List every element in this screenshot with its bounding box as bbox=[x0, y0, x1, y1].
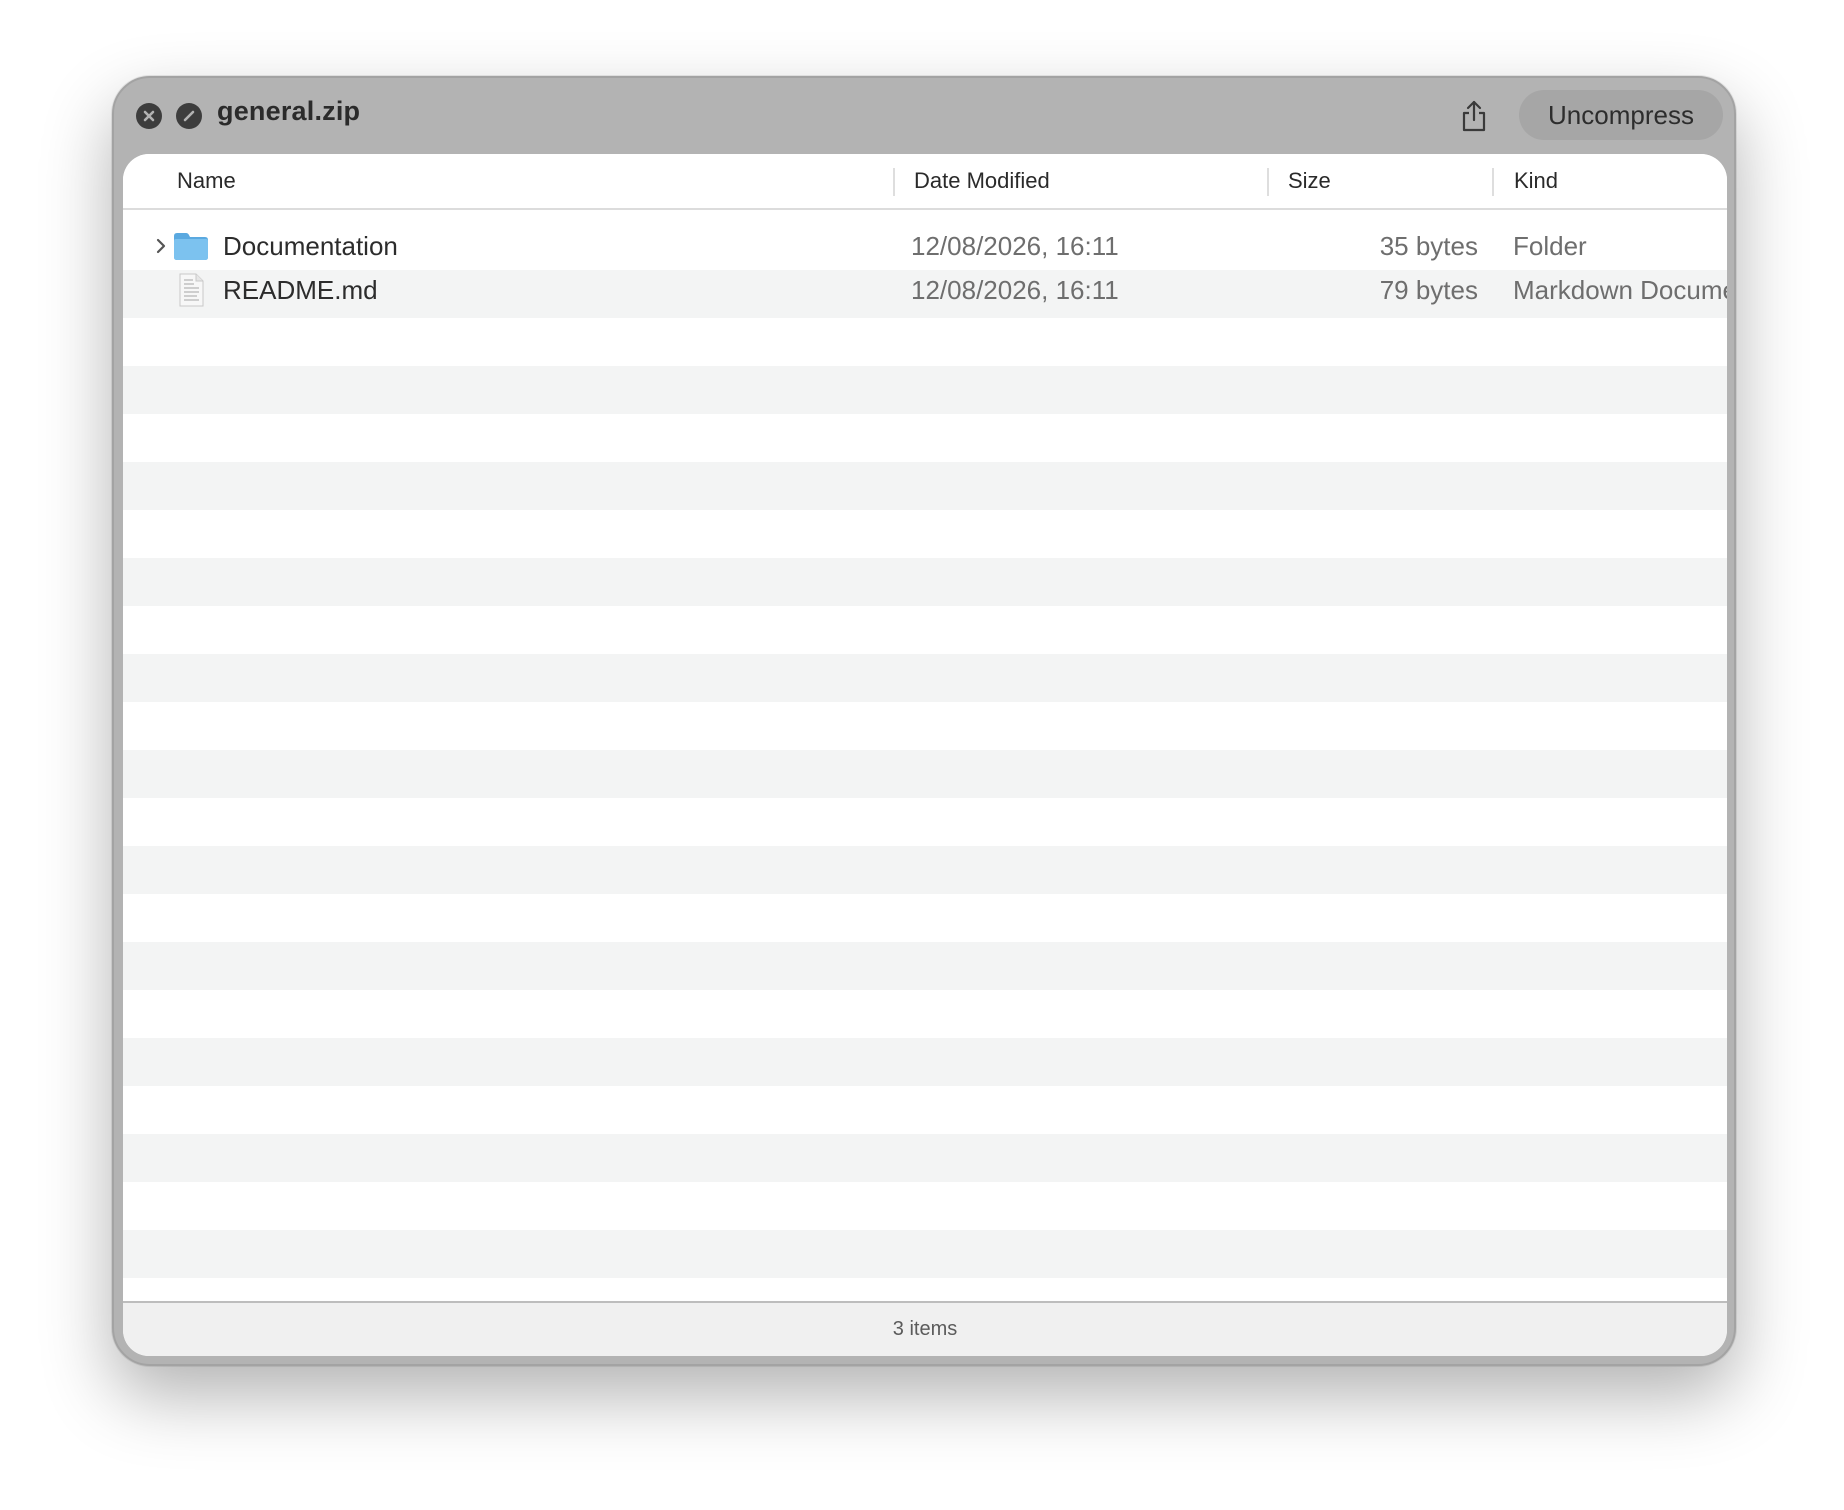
close-icon bbox=[143, 110, 155, 122]
file-rows: Documentation 12/08/2026, 16:11 35 bytes… bbox=[123, 210, 1727, 1301]
title-bar: general.zip Uncompress bbox=[114, 78, 1734, 154]
row-stripe bbox=[123, 942, 1727, 990]
column-header-name[interactable]: Name bbox=[177, 154, 236, 208]
column-divider[interactable] bbox=[1267, 168, 1269, 196]
column-header-bar: Name Date Modified Size Kind bbox=[123, 154, 1727, 210]
row-stripe bbox=[123, 1038, 1727, 1086]
row-stripe bbox=[123, 654, 1727, 702]
row-stripe bbox=[123, 846, 1727, 894]
column-divider[interactable] bbox=[893, 168, 895, 196]
file-kind: Markdown Document bbox=[1513, 275, 1727, 305]
row-stripe bbox=[123, 750, 1727, 798]
file-name: README.md bbox=[223, 275, 378, 305]
status-bar: 3 items bbox=[123, 1301, 1727, 1356]
close-button[interactable] bbox=[136, 103, 162, 129]
file-size: 79 bytes bbox=[1379, 275, 1478, 305]
chevron-right-icon[interactable] bbox=[151, 236, 171, 256]
row-stripe bbox=[123, 462, 1727, 510]
column-divider[interactable] bbox=[1492, 168, 1494, 196]
row-stripe bbox=[123, 366, 1727, 414]
item-count: 3 items bbox=[892, 1318, 958, 1340]
row-stripe bbox=[123, 558, 1727, 606]
stop-icon bbox=[183, 110, 195, 122]
column-header-size[interactable]: Size bbox=[1288, 154, 1331, 208]
share-icon bbox=[1462, 100, 1486, 132]
file-date: 12/08/2026, 16:11 bbox=[911, 275, 1119, 305]
window-title: general.zip bbox=[217, 96, 361, 126]
document-icon bbox=[179, 273, 204, 307]
column-header-kind[interactable]: Kind bbox=[1514, 154, 1558, 208]
share-button[interactable] bbox=[1452, 94, 1496, 138]
stop-button[interactable] bbox=[176, 103, 202, 129]
column-header-date[interactable]: Date Modified bbox=[914, 154, 1050, 208]
file-list-area: Name Date Modified Size Kind Documentati… bbox=[123, 154, 1727, 1356]
row-stripe bbox=[123, 1134, 1727, 1182]
file-row-readme[interactable]: README.md 12/08/2026, 16:11 79 bytes Mar… bbox=[123, 264, 1727, 316]
folder-icon bbox=[174, 233, 208, 260]
archive-window: general.zip Uncompress Name Date Modifie… bbox=[112, 76, 1736, 1366]
uncompress-button[interactable]: Uncompress bbox=[1519, 90, 1723, 140]
row-stripe bbox=[123, 1230, 1727, 1278]
